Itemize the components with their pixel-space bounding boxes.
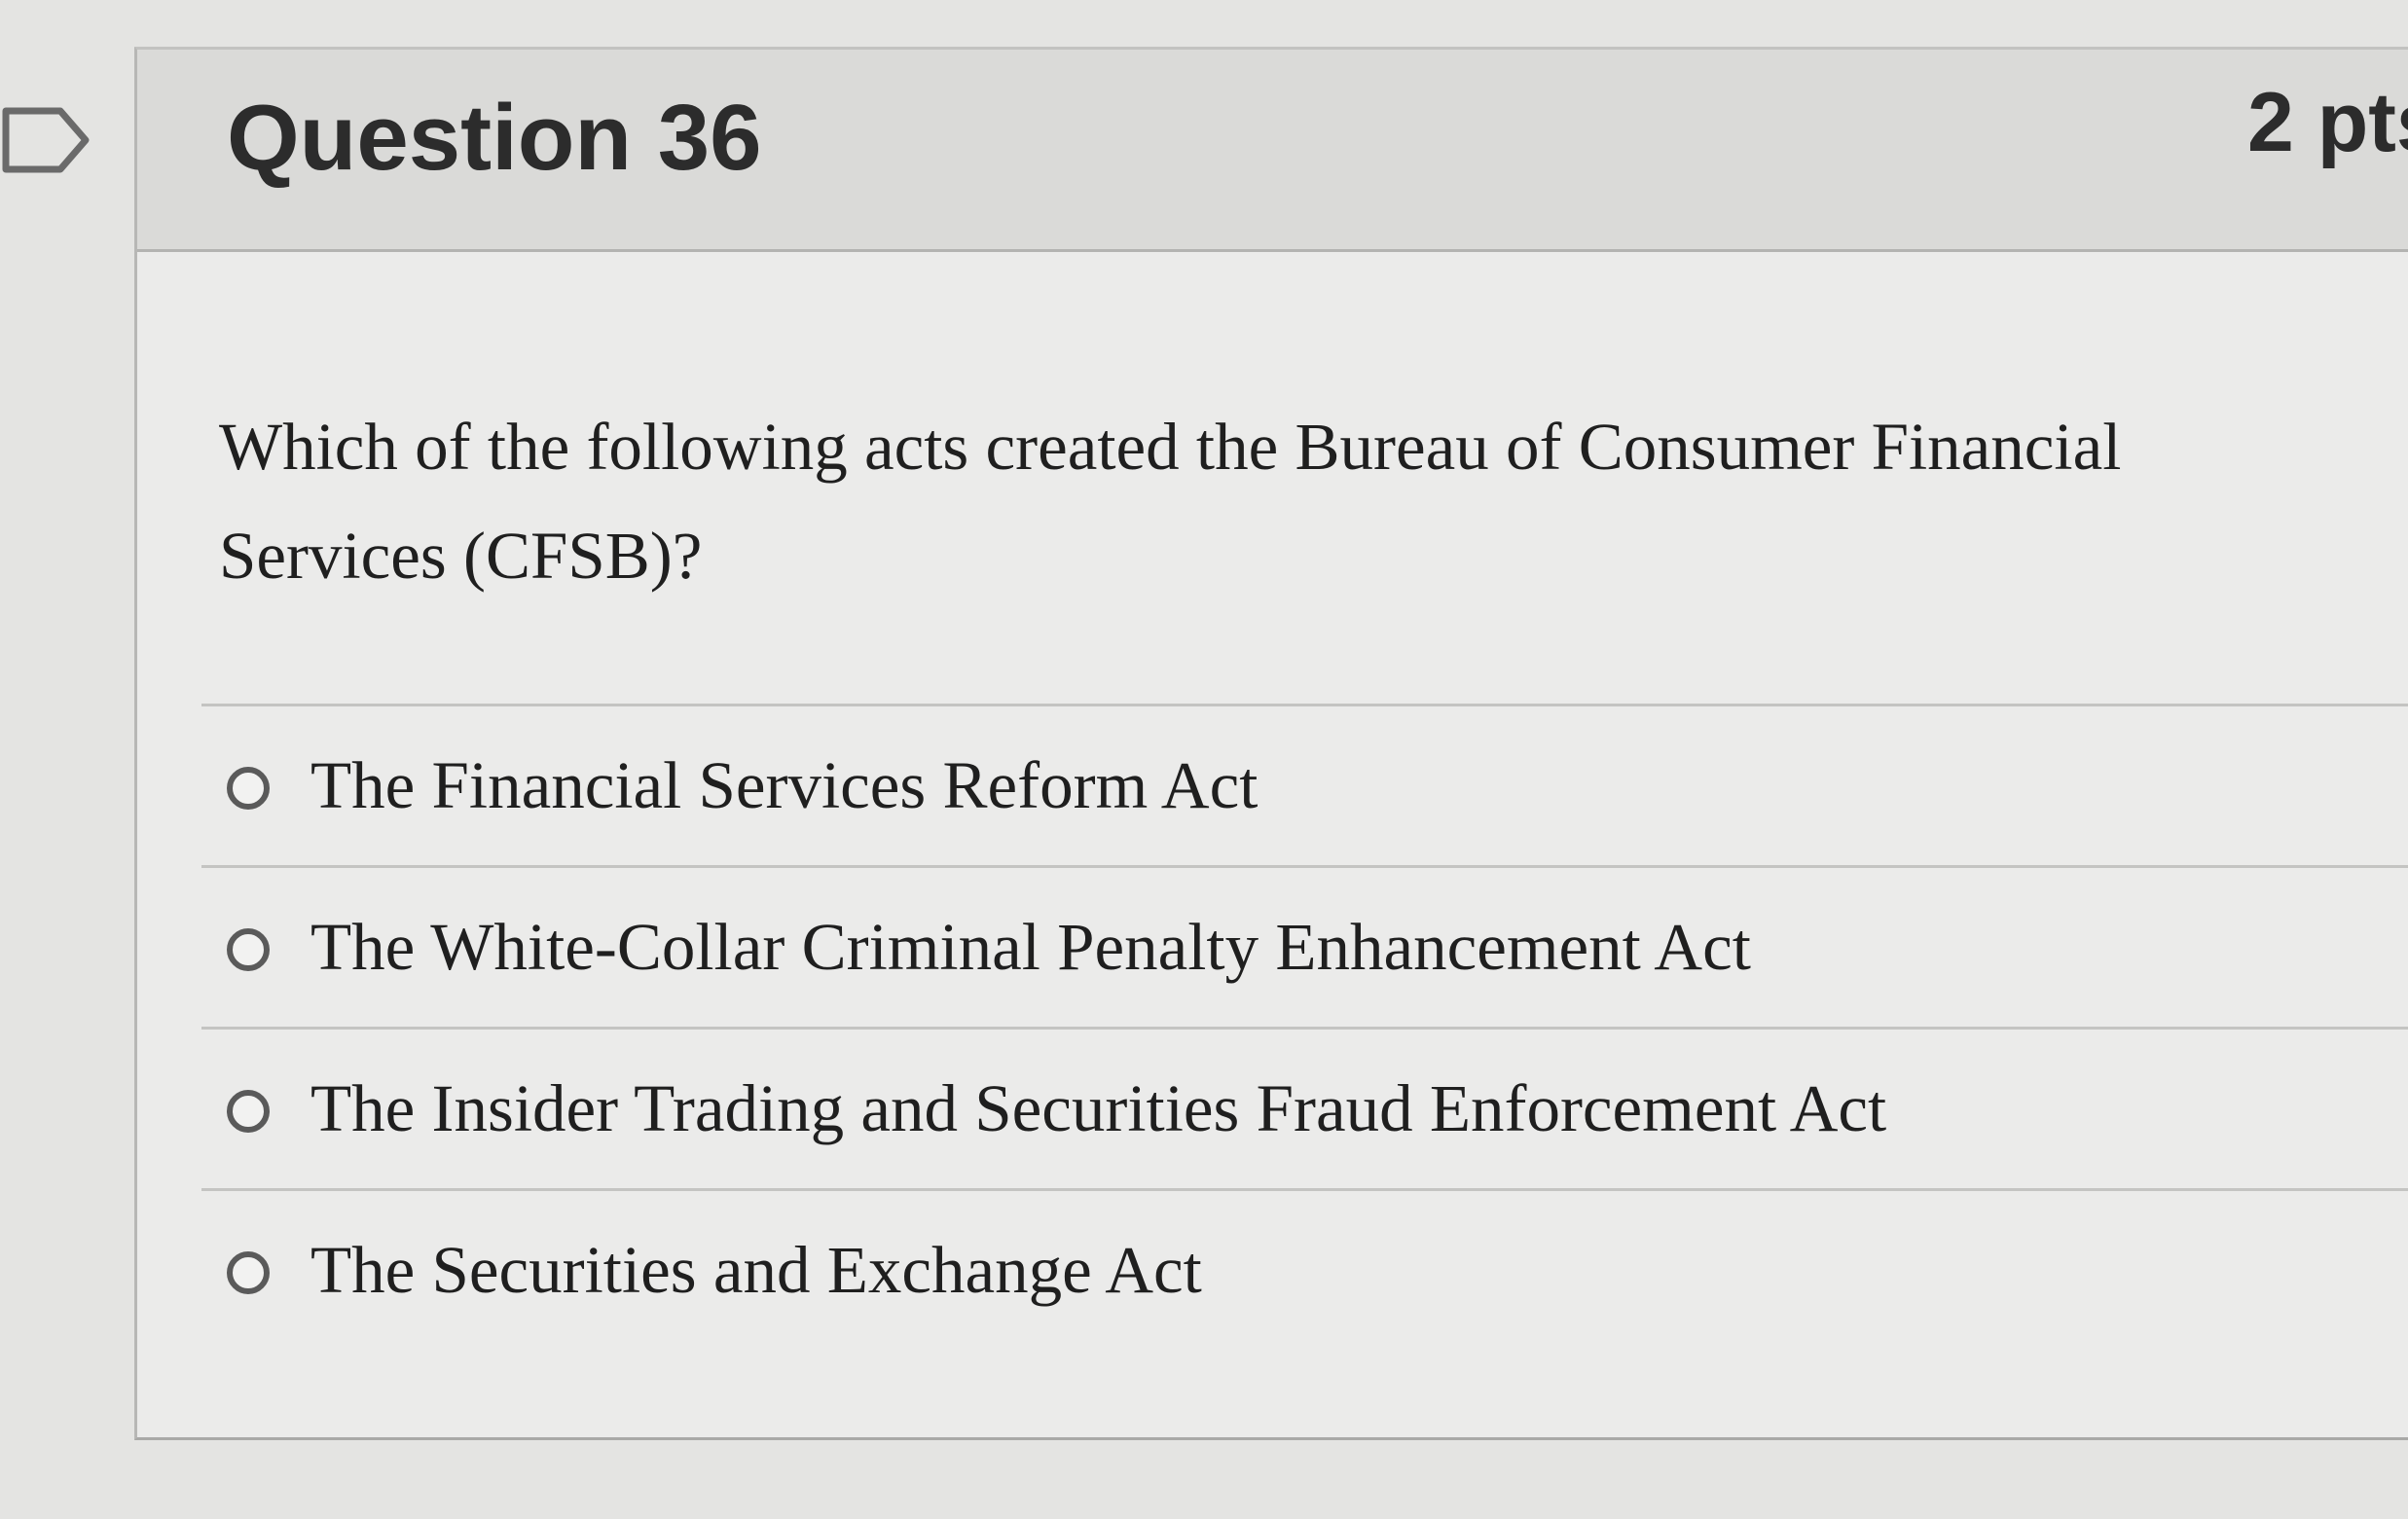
answer-label[interactable]: The White-Collar Criminal Penalty Enhanc… [310, 905, 1751, 989]
answer-list: The Financial Services Reform Act The Wh… [201, 704, 2408, 1350]
answer-label[interactable]: The Securities and Exchange Act [310, 1228, 1202, 1312]
radio-button[interactable] [227, 767, 270, 810]
answer-option-4[interactable]: The Securities and Exchange Act [201, 1188, 2408, 1350]
question-header: Question 36 2 pts [137, 50, 2408, 252]
radio-button[interactable] [227, 1090, 270, 1133]
question-text: Which of the following acts created the … [219, 410, 2122, 593]
answer-option-1[interactable]: The Financial Services Reform Act [201, 704, 2408, 865]
answer-option-2[interactable]: The White-Collar Criminal Penalty Enhanc… [201, 865, 2408, 1027]
answer-option-3[interactable]: The Insider Trading and Securities Fraud… [201, 1027, 2408, 1188]
question-card: Question 36 2 pts Which of the following… [134, 47, 2408, 1440]
answer-label[interactable]: The Financial Services Reform Act [310, 743, 1258, 827]
radio-button[interactable] [227, 928, 270, 971]
radio-button[interactable] [227, 1251, 270, 1294]
question-points: 2 pts [2247, 76, 2408, 169]
flag-question-icon[interactable] [0, 105, 93, 175]
answer-label[interactable]: The Insider Trading and Securities Fraud… [310, 1067, 1886, 1150]
question-title: Question 36 [227, 86, 762, 190]
